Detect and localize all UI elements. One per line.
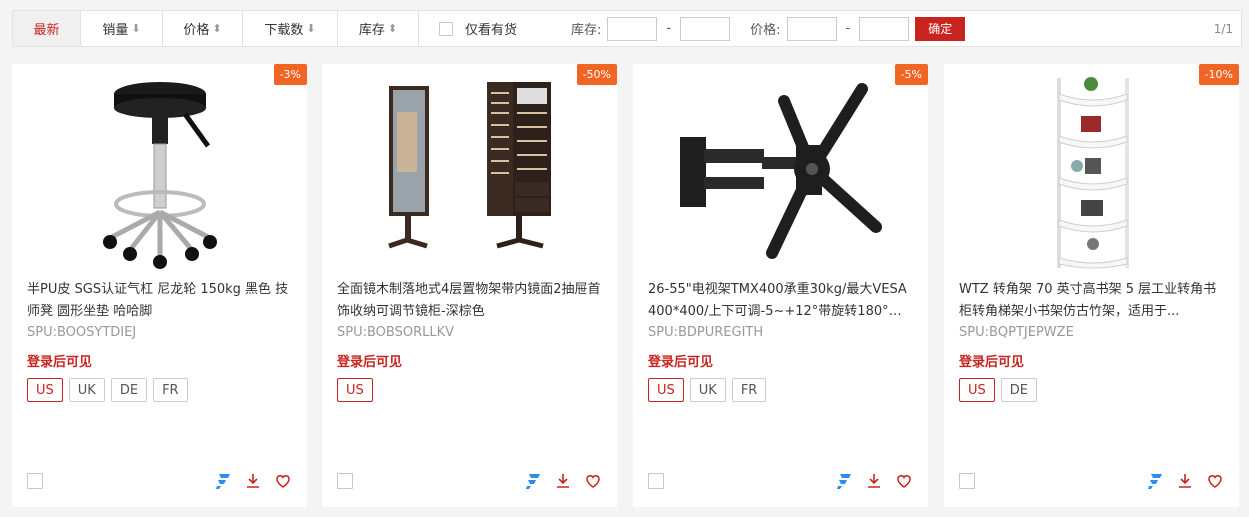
- card-footer: [959, 472, 1224, 490]
- stock-range-label: 库存:: [571, 23, 602, 38]
- login-to-view-price[interactable]: 登录后可见: [648, 351, 713, 370]
- login-to-view-price[interactable]: 登录后可见: [27, 351, 92, 370]
- product-title[interactable]: WTZ 转角架 70 英寸高书架 5 层工业转角书柜转角梯架小书架仿古竹架，适用…: [959, 279, 1224, 323]
- instock-checkbox[interactable]: [439, 21, 453, 36]
- confirm-button[interactable]: 确定: [915, 16, 966, 41]
- publish-brand-icon[interactable]: [835, 472, 853, 490]
- sort-tab-downloads[interactable]: 下载数 ⬇: [243, 11, 338, 46]
- product-image[interactable]: [944, 64, 1239, 279]
- tv-mount-image: [679, 82, 882, 259]
- price-range-label: 价格:: [750, 23, 781, 38]
- sort-tab-label: 库存: [358, 23, 385, 38]
- card-footer: [648, 472, 913, 490]
- select-checkbox[interactable]: [648, 473, 664, 489]
- product-spu: SPU:BDPUREGITH: [648, 325, 764, 340]
- sort-desc-icon: ⬇: [131, 22, 141, 35]
- site-tags: US DE: [959, 378, 1038, 402]
- site-tag-fr[interactable]: FR: [153, 378, 188, 402]
- sort-tab-label: 价格: [183, 23, 210, 38]
- product-image[interactable]: [322, 64, 617, 279]
- download-icon[interactable]: [1176, 472, 1194, 490]
- sort-both-icon: ⬍: [387, 22, 398, 35]
- card-actions: [1146, 472, 1224, 490]
- site-tag-us[interactable]: US: [959, 378, 995, 402]
- instock-label: 仅看有货: [465, 23, 518, 38]
- site-tag-de[interactable]: DE: [110, 378, 148, 402]
- sort-tab-label: 下载数: [264, 23, 304, 38]
- instock-filter[interactable]: 仅看有货: [439, 19, 517, 38]
- stock-min-input[interactable]: [607, 16, 658, 41]
- site-tags: US: [337, 378, 373, 402]
- download-icon[interactable]: [554, 472, 572, 490]
- sort-tab-label: 销量: [102, 23, 129, 38]
- login-to-view-price[interactable]: 登录后可见: [337, 351, 402, 370]
- site-tag-uk[interactable]: UK: [68, 378, 105, 402]
- card-actions: [524, 472, 602, 490]
- publish-brand-icon[interactable]: [1146, 472, 1164, 490]
- product-card[interactable]: -50% 全面镜木制落地式4层置物架带内镜面2抽屉首饰收纳可调节镜柜-深棕色 S…: [322, 64, 617, 507]
- download-icon[interactable]: [865, 472, 883, 490]
- card-actions: [214, 472, 292, 490]
- filter-toolbar: 最新 销量 ⬇ 价格 ⬍ 下载数 ⬇ 库存 ⬍ 仅看有货 库存: - 价格: -…: [12, 10, 1242, 47]
- stool-image: [102, 81, 217, 269]
- card-footer: [27, 472, 292, 490]
- card-footer: [337, 472, 602, 490]
- product-title[interactable]: 26-55"电视架TMX400承重30kg/最大VESA 400*400/上下可…: [648, 279, 913, 323]
- site-tag-fr[interactable]: FR: [731, 378, 767, 402]
- product-title[interactable]: 全面镜木制落地式4层置物架带内镜面2抽屉首饰收纳可调节镜柜-深棕色: [337, 279, 602, 323]
- site-tag-us[interactable]: US: [27, 378, 63, 402]
- sort-desc-icon: ⬇: [306, 22, 316, 35]
- product-image[interactable]: [12, 64, 307, 279]
- price-range: 价格: - 确定: [750, 16, 966, 41]
- corner-shelf-image: [1056, 76, 1129, 268]
- product-card[interactable]: -10% WTZ 转角架 70 英寸高书架 5 层工业转角书柜转角梯架小书架仿古…: [944, 64, 1239, 507]
- product-spu: SPU:BOBSORLLKV: [337, 325, 455, 340]
- favorite-heart-icon[interactable]: [274, 472, 292, 490]
- product-image[interactable]: [633, 64, 928, 279]
- site-tags: US UK FR: [648, 378, 767, 402]
- range-dash: -: [666, 21, 672, 36]
- sort-tab-price[interactable]: 价格 ⬍: [163, 11, 243, 46]
- stock-range: 库存: -: [571, 16, 731, 41]
- login-to-view-price[interactable]: 登录后可见: [959, 351, 1024, 370]
- product-card[interactable]: -5% 26-55"电视架TMX400承重30kg/最大VESA 400*400…: [633, 64, 928, 507]
- download-icon[interactable]: [244, 472, 262, 490]
- range-dash: -: [845, 21, 851, 36]
- sort-both-icon: ⬍: [212, 22, 222, 35]
- publish-brand-icon[interactable]: [524, 472, 542, 490]
- page-indicator: 1/1: [1213, 21, 1233, 36]
- sort-tab-newest[interactable]: 最新: [13, 11, 81, 46]
- favorite-heart-icon[interactable]: [1206, 472, 1224, 490]
- stock-max-input[interactable]: [680, 16, 731, 41]
- site-tag-uk[interactable]: UK: [689, 378, 726, 402]
- card-actions: [835, 472, 913, 490]
- select-checkbox[interactable]: [337, 473, 353, 489]
- product-spu: SPU:BOOSYTDIEJ: [27, 325, 137, 340]
- site-tag-us[interactable]: US: [648, 378, 684, 402]
- sort-tab-label: 最新: [33, 23, 60, 38]
- select-checkbox[interactable]: [959, 473, 975, 489]
- product-card[interactable]: -3% 半PU皮 SGS认证气杠 尼龙轮 150kg 黑色 技师凳 圆形坐垫 哈…: [12, 64, 307, 507]
- product-title[interactable]: 半PU皮 SGS认证气杠 尼龙轮 150kg 黑色 技师凳 圆形坐垫 哈哈脚: [27, 279, 292, 323]
- product-spu: SPU:BQPTJEPWZE: [959, 325, 1074, 340]
- site-tags: US UK DE FR: [27, 378, 188, 402]
- price-min-input[interactable]: [786, 16, 837, 41]
- mirror-cabinet-image: [387, 81, 551, 248]
- price-max-input[interactable]: [859, 16, 910, 41]
- sort-tab-stock[interactable]: 库存 ⬍: [338, 11, 419, 46]
- sort-tab-sales[interactable]: 销量 ⬇: [81, 11, 163, 46]
- favorite-heart-icon[interactable]: [895, 472, 913, 490]
- select-checkbox[interactable]: [27, 473, 43, 489]
- publish-brand-icon[interactable]: [214, 472, 232, 490]
- favorite-heart-icon[interactable]: [584, 472, 602, 490]
- site-tag-us[interactable]: US: [337, 378, 373, 402]
- site-tag-de[interactable]: DE: [1000, 378, 1038, 402]
